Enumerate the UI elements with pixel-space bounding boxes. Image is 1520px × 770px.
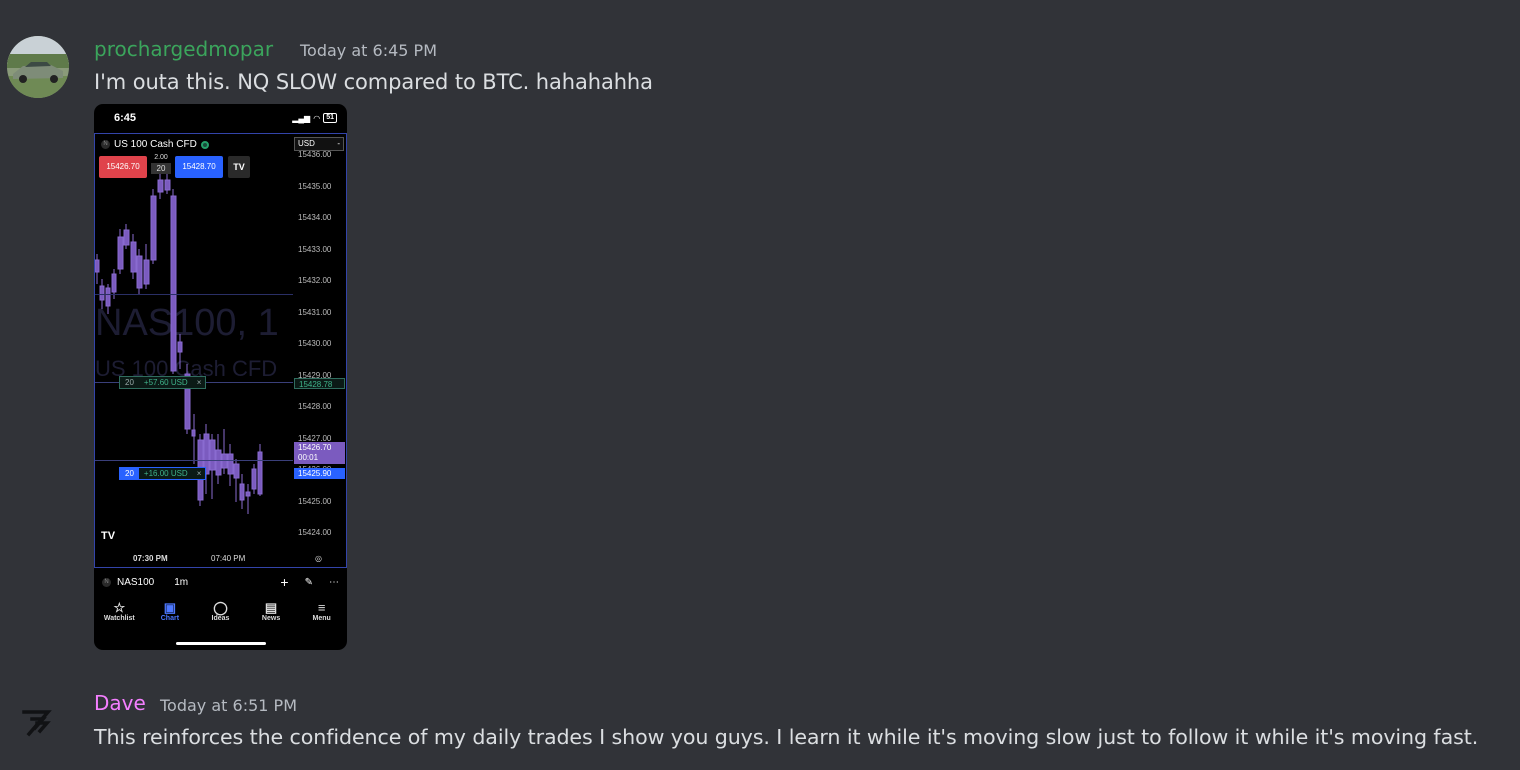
price-tick: 15424.00: [298, 528, 332, 537]
menu-icon: ≡: [317, 600, 326, 615]
timestamp: Today at 6:45 PM: [300, 41, 437, 60]
add-icon[interactable]: +: [280, 574, 288, 590]
close-position-icon[interactable]: ×: [193, 378, 206, 387]
position-tag-1[interactable]: 20 +57.60 USD ×: [119, 376, 207, 389]
more-icon[interactable]: ⋯: [329, 577, 339, 588]
time-tick: 07:40 PM: [211, 554, 246, 563]
position-qty: 20: [125, 378, 134, 387]
username[interactable]: prochargedmopar: [94, 37, 273, 61]
user-avatar-prochargedmopar[interactable]: [7, 36, 69, 98]
position-tag-2[interactable]: 20 +16.00 USD ×: [119, 467, 207, 480]
position-line-2: [95, 460, 293, 461]
price-line: [95, 294, 293, 295]
time-tick: 07:30 PM: [133, 554, 168, 563]
price-tick: 15428.00: [298, 402, 332, 411]
timestamp: Today at 6:51 PM: [160, 696, 297, 715]
price-tick: 15432.00: [298, 276, 332, 285]
nav-chart[interactable]: ▣ Chart: [150, 600, 190, 630]
candle-countdown: 00:01: [298, 453, 319, 462]
price-tick: 15436.00: [298, 150, 332, 159]
message-text: This reinforces the confidence of my dai…: [94, 725, 1479, 749]
price-tick: 15435.00: [298, 182, 332, 191]
price-tick: 15431.00: [298, 308, 332, 317]
chart-area[interactable]: NAS100, 1 US 100 Cash CFD N US 100 Cash …: [94, 133, 347, 568]
position-price-2: 15425.90: [294, 468, 345, 479]
nav-news[interactable]: ▤ News: [251, 600, 291, 630]
nav-menu[interactable]: ≡ Menu: [302, 600, 342, 630]
battery-icon: 51: [323, 113, 337, 123]
wifi-icon: ◠: [313, 113, 321, 123]
username[interactable]: Dave: [94, 691, 146, 715]
status-icons: ▂▄▆ ◠ 51: [292, 113, 337, 123]
attachment-image[interactable]: 6:45 ▂▄▆ ◠ 51 NAS100, 1 US 100 Cash CFD …: [94, 104, 347, 650]
current-price-tag: 15426.70 00:01: [294, 442, 345, 464]
bottom-nav: ☆ Watchlist ▣ Chart ◯ Ideas ▤ News ≡ Menu: [94, 600, 347, 630]
home-indicator: [176, 642, 266, 645]
price-tick: 15434.00: [298, 213, 332, 222]
interval-button[interactable]: 1m: [174, 577, 188, 588]
price-tick: 15433.00: [298, 245, 332, 254]
tradingview-logo: TV: [101, 530, 116, 542]
price-tick: 15425.00: [298, 497, 332, 506]
current-price: 15426.70: [298, 443, 332, 452]
user-avatar-dave[interactable]: [7, 690, 69, 752]
position-pnl: +57.60 USD: [143, 378, 188, 387]
close-position-icon[interactable]: ×: [193, 469, 206, 478]
message-text: I'm outa this. NQ SLOW compared to BTC. …: [94, 70, 653, 94]
chart-toolbar: N NAS100 1m + ✎ ⋯: [94, 572, 347, 592]
price-axis[interactable]: 15436.00 15435.00 15434.00 15433.00 1543…: [294, 134, 346, 567]
status-time: 6:45: [114, 112, 137, 124]
nav-watchlist[interactable]: ☆ Watchlist: [99, 600, 139, 630]
news-icon: ▤: [264, 600, 278, 615]
position-qty: 20: [120, 468, 139, 479]
position-pnl: +16.00 USD: [143, 469, 188, 478]
signal-icon: ▂▄▆: [292, 113, 311, 123]
star-icon: ☆: [113, 600, 126, 615]
nav-ideas[interactable]: ◯ Ideas: [200, 600, 240, 630]
exchange-icon: N: [102, 577, 111, 587]
bulb-icon: ◯: [213, 600, 228, 615]
draw-icon[interactable]: ✎: [305, 577, 313, 588]
chart-icon: ▣: [163, 600, 177, 615]
settings-icon[interactable]: ◎: [315, 554, 322, 563]
price-tick: 15430.00: [298, 339, 332, 348]
position-price-1: 15428.78: [294, 378, 345, 389]
bottom-symbol[interactable]: NAS100: [117, 577, 154, 588]
